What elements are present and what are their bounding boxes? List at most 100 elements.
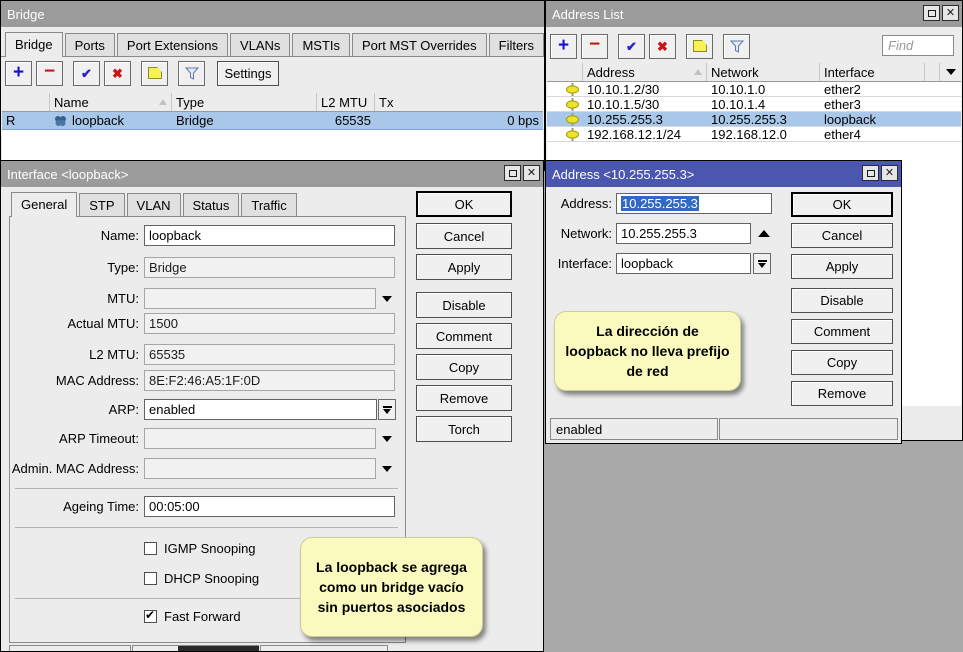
maximize-button[interactable]	[923, 5, 940, 21]
tab-vlans[interactable]: VLANs	[230, 33, 290, 56]
admin-mac-field[interactable]	[144, 458, 376, 479]
tab-ports[interactable]: Ports	[65, 33, 115, 56]
ok-button[interactable]: OK	[791, 192, 893, 217]
cancel-button[interactable]: Cancel	[416, 223, 512, 249]
arp-timeout-dropdown-icon[interactable]	[382, 436, 392, 442]
remove-button[interactable]: Remove	[791, 381, 893, 406]
interface-dropdown-button[interactable]	[753, 253, 771, 274]
cross-icon: ✖	[657, 40, 668, 53]
remove-button[interactable]: −	[36, 61, 63, 86]
disable-button[interactable]: Disable	[416, 292, 512, 318]
close-button[interactable]: ✕	[942, 5, 959, 21]
col-l2mtu[interactable]: L2 MTU	[317, 93, 375, 111]
igmp-snooping-row[interactable]: IGMP Snooping	[144, 540, 256, 556]
cross-icon: ✖	[112, 67, 123, 80]
tab-port-mst-overrides[interactable]: Port MST Overrides	[352, 33, 487, 56]
maximize-button[interactable]	[862, 165, 879, 181]
maximize-button[interactable]	[504, 165, 521, 181]
address-row[interactable]: 10.255.255.3 10.255.255.3 loopback	[547, 112, 961, 127]
igmp-snooping-checkbox[interactable]	[144, 542, 157, 555]
remove-button[interactable]: Remove	[416, 385, 512, 411]
cancel-button[interactable]: Cancel	[791, 223, 893, 248]
filter-button[interactable]	[178, 61, 205, 86]
arp-dropdown-button[interactable]	[378, 399, 396, 420]
address-list-titlebar[interactable]: Address List	[546, 1, 962, 27]
remove-address-button[interactable]: −	[581, 34, 608, 59]
comment-address-button[interactable]	[686, 34, 713, 59]
bridge-row-tx: 0 bps	[375, 112, 543, 129]
tab-port-extensions[interactable]: Port Extensions	[117, 33, 228, 56]
interface-dialog-titlebar[interactable]: Interface <loopback>	[1, 161, 543, 187]
address-status-bar: enabled	[550, 418, 718, 440]
fast-forward-row[interactable]: Fast Forward	[144, 608, 241, 624]
bridge-annotation-note: La loopback se agrega como un bridge vac…	[300, 537, 483, 637]
comment-button[interactable]: Comment	[791, 319, 893, 344]
fast-forward-checkbox[interactable]	[144, 610, 157, 623]
admin-mac-dropdown-icon[interactable]	[382, 466, 392, 472]
close-icon: ✕	[527, 168, 536, 179]
disable-address-button[interactable]: ✖	[649, 34, 676, 59]
address-row[interactable]: 192.168.12.1/24 192.168.12.0 ether4	[547, 127, 961, 142]
col-interface[interactable]: Interface	[820, 63, 925, 81]
enable-address-button[interactable]: ✔	[618, 34, 645, 59]
address-row[interactable]: 10.10.1.5/30 10.10.1.4 ether3	[547, 97, 961, 112]
network-field[interactable]: 10.255.255.3	[616, 223, 751, 244]
ageing-time-field[interactable]: 00:05:00	[144, 496, 395, 517]
close-button[interactable]: ✕	[523, 165, 540, 181]
copy-button[interactable]: Copy	[416, 354, 512, 380]
dhcp-snooping-checkbox[interactable]	[144, 572, 157, 585]
col-address[interactable]: Address	[583, 63, 707, 81]
close-button[interactable]: ✕	[881, 165, 898, 181]
col-type[interactable]: Type	[172, 93, 317, 111]
col-name[interactable]: Name	[50, 93, 172, 111]
copy-button[interactable]: Copy	[791, 350, 893, 375]
col-icon[interactable]	[547, 63, 583, 81]
col-tx[interactable]: Tx	[375, 93, 543, 111]
interface-select[interactable]: loopback	[616, 253, 751, 274]
mtu-field[interactable]	[144, 288, 376, 309]
address-table-header[interactable]: Address Network Interface	[547, 63, 961, 82]
dhcp-snooping-row[interactable]: DHCP Snooping	[144, 570, 259, 586]
comment-button[interactable]: Comment	[416, 323, 512, 349]
disable-button[interactable]: ✖	[104, 61, 131, 86]
network-up-arrow-icon[interactable]	[758, 230, 770, 237]
tab-vlan[interactable]: VLAN	[127, 193, 181, 216]
col-flags[interactable]	[2, 93, 50, 111]
ok-button[interactable]: OK	[416, 191, 512, 217]
column-select-button[interactable]	[940, 63, 961, 81]
disable-button[interactable]: Disable	[791, 288, 893, 313]
arp-timeout-field[interactable]	[144, 428, 376, 449]
add-button[interactable]: +	[5, 61, 32, 86]
address-dialog-titlebar[interactable]: Address <10.255.255.3>	[546, 161, 901, 187]
interface-cell: loopback	[820, 112, 925, 126]
arp-select[interactable]: enabled	[144, 399, 377, 420]
tab-status[interactable]: Status	[183, 193, 240, 216]
address-field[interactable]: 10.255.255.3	[616, 193, 772, 214]
bridge-titlebar[interactable]: Bridge	[1, 1, 544, 27]
find-input[interactable]	[882, 35, 954, 56]
bridge-table: Name Type L2 MTU Tx R loopback Bridge 65…	[2, 93, 543, 170]
settings-button[interactable]: Settings	[217, 61, 279, 86]
torch-button[interactable]: Torch	[416, 416, 512, 442]
add-address-button[interactable]: +	[550, 34, 577, 59]
tab-mstis[interactable]: MSTIs	[292, 33, 350, 56]
tab-traffic[interactable]: Traffic	[241, 193, 296, 216]
network-cell: 10.10.1.4	[707, 97, 820, 111]
bridge-table-header[interactable]: Name Type L2 MTU Tx	[2, 93, 543, 112]
apply-button[interactable]: Apply	[416, 254, 512, 280]
address-row[interactable]: 10.10.1.2/30 10.10.1.0 ether2	[547, 82, 961, 97]
enable-button[interactable]: ✔	[73, 61, 100, 86]
maximize-icon	[509, 170, 517, 177]
check-icon: ✔	[626, 40, 637, 53]
tab-stp[interactable]: STP	[79, 193, 124, 216]
tab-bridge[interactable]: Bridge	[5, 32, 63, 57]
tab-filters[interactable]: Filters	[489, 33, 544, 56]
tab-general[interactable]: General	[11, 192, 77, 217]
filter-address-button[interactable]	[723, 34, 750, 59]
col-network[interactable]: Network	[707, 63, 820, 81]
bridge-row-loopback[interactable]: R loopback Bridge 65535 0 bps	[2, 112, 543, 130]
apply-button[interactable]: Apply	[791, 254, 893, 279]
comment-button[interactable]	[141, 61, 168, 86]
name-field[interactable]: loopback	[144, 225, 395, 246]
mtu-dropdown-icon[interactable]	[382, 296, 392, 302]
